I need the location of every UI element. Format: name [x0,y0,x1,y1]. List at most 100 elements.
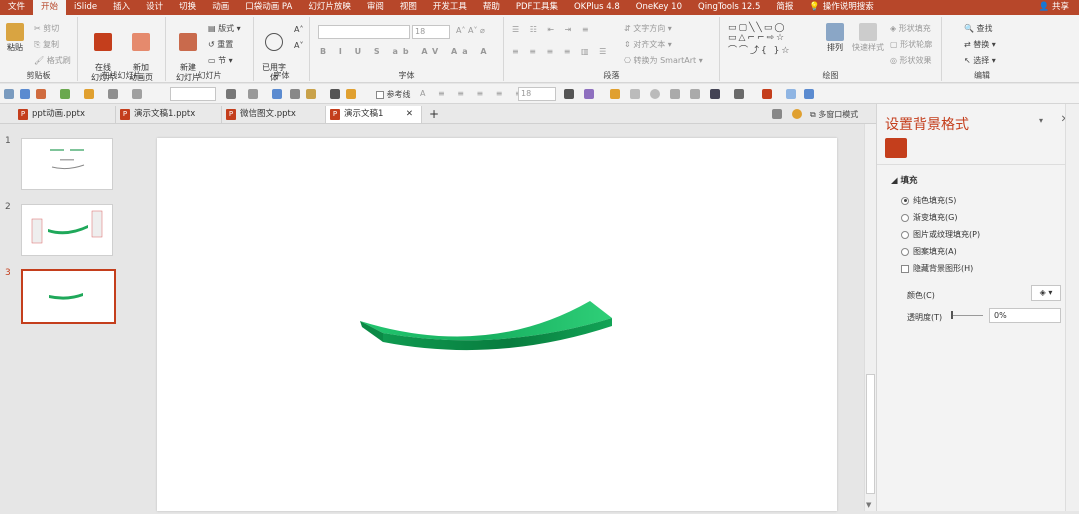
fill-bucket-icon[interactable] [885,138,907,158]
menu-review[interactable]: 审阅 [359,0,392,15]
solid-fill-option[interactable]: 纯色填充(S) [901,195,956,206]
vertical-scrollbar[interactable]: ▼ [864,124,876,511]
toolbar-icon[interactable] [630,89,640,99]
scroll-down-icon[interactable]: ▼ [866,501,871,509]
toolbar-icon[interactable] [20,89,30,99]
menu-pdf[interactable]: PDF工具集 [508,0,566,15]
transparency-slider[interactable] [951,315,983,316]
menu-file[interactable]: 文件 [0,0,33,15]
menu-pocket-anim[interactable]: 口袋动画 PA [237,0,300,15]
menu-okplus[interactable]: OKPlus 4.8 [566,0,628,15]
shape-outline-button[interactable]: ▢ 形状轮廓 [890,39,932,50]
gradient-fill-option[interactable]: 渐变填充(G) [901,212,957,223]
paste-button[interactable]: 粘贴 [4,23,26,53]
reset-button[interactable]: ↺ 重置 [208,39,233,50]
replace-button[interactable]: ⇄ 替换 ▾ [964,39,996,50]
format-painter-button[interactable]: 🖌 格式刷 [34,55,71,66]
menu-animations[interactable]: 动画 [204,0,237,15]
menu-home[interactable]: 开始 [33,0,67,15]
align-text-button[interactable]: ⇕ 对齐文本 ▾ [624,39,672,50]
align-toolbar-icons[interactable]: A ≡ ≡ ≡ ≡ ≡ [420,89,527,98]
toolbar-icon[interactable] [290,89,300,99]
transparency-slider-handle[interactable] [951,311,953,319]
tab-doc-active[interactable]: P 演示文稿1 ✕ [326,106,422,123]
slide-thumbnail[interactable] [21,138,113,190]
toolbar-icon[interactable] [272,89,282,99]
scrollbar-thumb[interactable] [866,374,875,494]
hide-background-checkbox[interactable]: 隐藏背景图形(H) [901,263,973,274]
toolbar-icon[interactable] [762,89,772,99]
font-style-buttons[interactable]: B I U S ab AV Aa A [320,47,492,56]
toolbar-icon[interactable] [670,89,680,99]
slide-thumbnail-selected[interactable] [21,269,116,324]
toolbar-icon[interactable] [248,89,258,99]
toolbar-icon[interactable] [804,89,814,99]
close-icon[interactable]: ✕ [406,106,413,123]
shapes-gallery[interactable]: ▭▢╲╲▭◯ ▭△⌐⌐⇨☆ ⌒⌒⤴{ }☆ [728,23,791,56]
menu-briefing[interactable]: 简报 [768,0,801,15]
shape-fill-button[interactable]: ◈ 形状填充 [890,23,931,34]
add-tab-button[interactable]: + [424,106,442,123]
toolbar-size-combo[interactable]: 18 [518,87,556,101]
menu-insert[interactable]: 插入 [105,0,138,15]
toolbar-icon[interactable] [36,89,46,99]
toolbar-icon[interactable] [650,89,660,99]
toolbar-icon[interactable] [84,89,94,99]
settings-icon[interactable] [792,109,802,119]
tab-doc[interactable]: Pppt动画.pptx [14,106,116,123]
menu-transitions[interactable]: 切换 [171,0,204,15]
toolbar-icon[interactable] [610,89,620,99]
curved-3d-shape[interactable] [157,138,837,511]
menu-design[interactable]: 设计 [138,0,171,15]
tab-doc[interactable]: P 微信图文.pptx [222,106,326,123]
menu-qingtools[interactable]: QingTools 12.5 [690,0,768,15]
tab-tool-icon[interactable] [772,109,782,119]
toolbar-icon[interactable] [734,89,744,99]
gridlines-checkbox[interactable]: 参考线 [376,89,411,100]
select-button[interactable]: ↖ 选择 ▾ [964,55,996,66]
shape-effects-button[interactable]: ◎ 形状效果 [890,55,932,66]
slide-canvas[interactable] [157,138,837,511]
toolbar-icon[interactable] [564,89,574,99]
toolbar-icon[interactable] [690,89,700,99]
font-name-combo[interactable] [318,25,410,39]
find-button[interactable]: 🔍 查找 [964,23,993,34]
section-button[interactable]: ▭ 节 ▾ [208,55,233,66]
toolbar-icon[interactable] [4,89,14,99]
text-direction-button[interactable]: ⇵ 文字方向 ▾ [624,23,672,34]
menu-view[interactable]: 视图 [392,0,425,15]
transparency-input[interactable]: 0% [989,308,1061,323]
menu-slideshow[interactable]: 幻灯片放映 [300,0,359,15]
list-buttons[interactable]: ☰ ☷ ⇤ ⇥ ≡ [512,25,593,34]
font-size-combo[interactable]: 18 [412,25,450,39]
menu-developer[interactable]: 开发工具 [425,0,475,15]
fill-section-header[interactable]: ◢ 填充 [891,174,918,186]
quick-styles-button[interactable]: 快速样式 [850,23,886,53]
arrange-button[interactable]: 排列 [824,23,846,53]
font-size-grow-icon[interactable]: A˄ A˅ ⌀ [456,26,485,35]
toolbar-icon[interactable] [60,89,70,99]
copy-button[interactable]: ⎘ 复制 [34,39,59,50]
toolbar-icon[interactable] [226,89,236,99]
menu-help[interactable]: 帮助 [475,0,508,15]
toolbar-icon[interactable] [710,89,720,99]
align-buttons[interactable]: ≡ ≡ ≡ ≡ ▥ ☰ [512,47,610,56]
grow-font-icon[interactable]: A˄ [294,25,303,34]
menu-search[interactable]: 💡 操作说明搜索 [801,0,881,15]
layout-button[interactable]: ▤ 版式 ▾ [208,23,241,34]
toolbar-font-combo[interactable] [170,87,216,101]
slide-thumbnail[interactable] [21,204,113,256]
toolbar-icon[interactable] [786,89,796,99]
toolbar-icon[interactable] [584,89,594,99]
toolbar-icon[interactable] [346,89,356,99]
cut-button[interactable]: ✂ 剪切 [34,23,59,34]
toolbar-icon[interactable] [330,89,340,99]
toolbar-icon[interactable] [306,89,316,99]
menu-onekey[interactable]: OneKey 10 [628,0,690,15]
picture-fill-option[interactable]: 图片或纹理填充(P) [901,229,980,240]
multi-window-button[interactable]: ⧉ 多窗口模式 [810,109,858,120]
shrink-font-icon[interactable]: A˅ [294,41,303,50]
color-picker-button[interactable]: ◈ ▾ [1031,285,1061,301]
menu-islide[interactable]: iSlide [66,0,105,15]
share-button[interactable]: 👤 共享 [1039,0,1069,15]
